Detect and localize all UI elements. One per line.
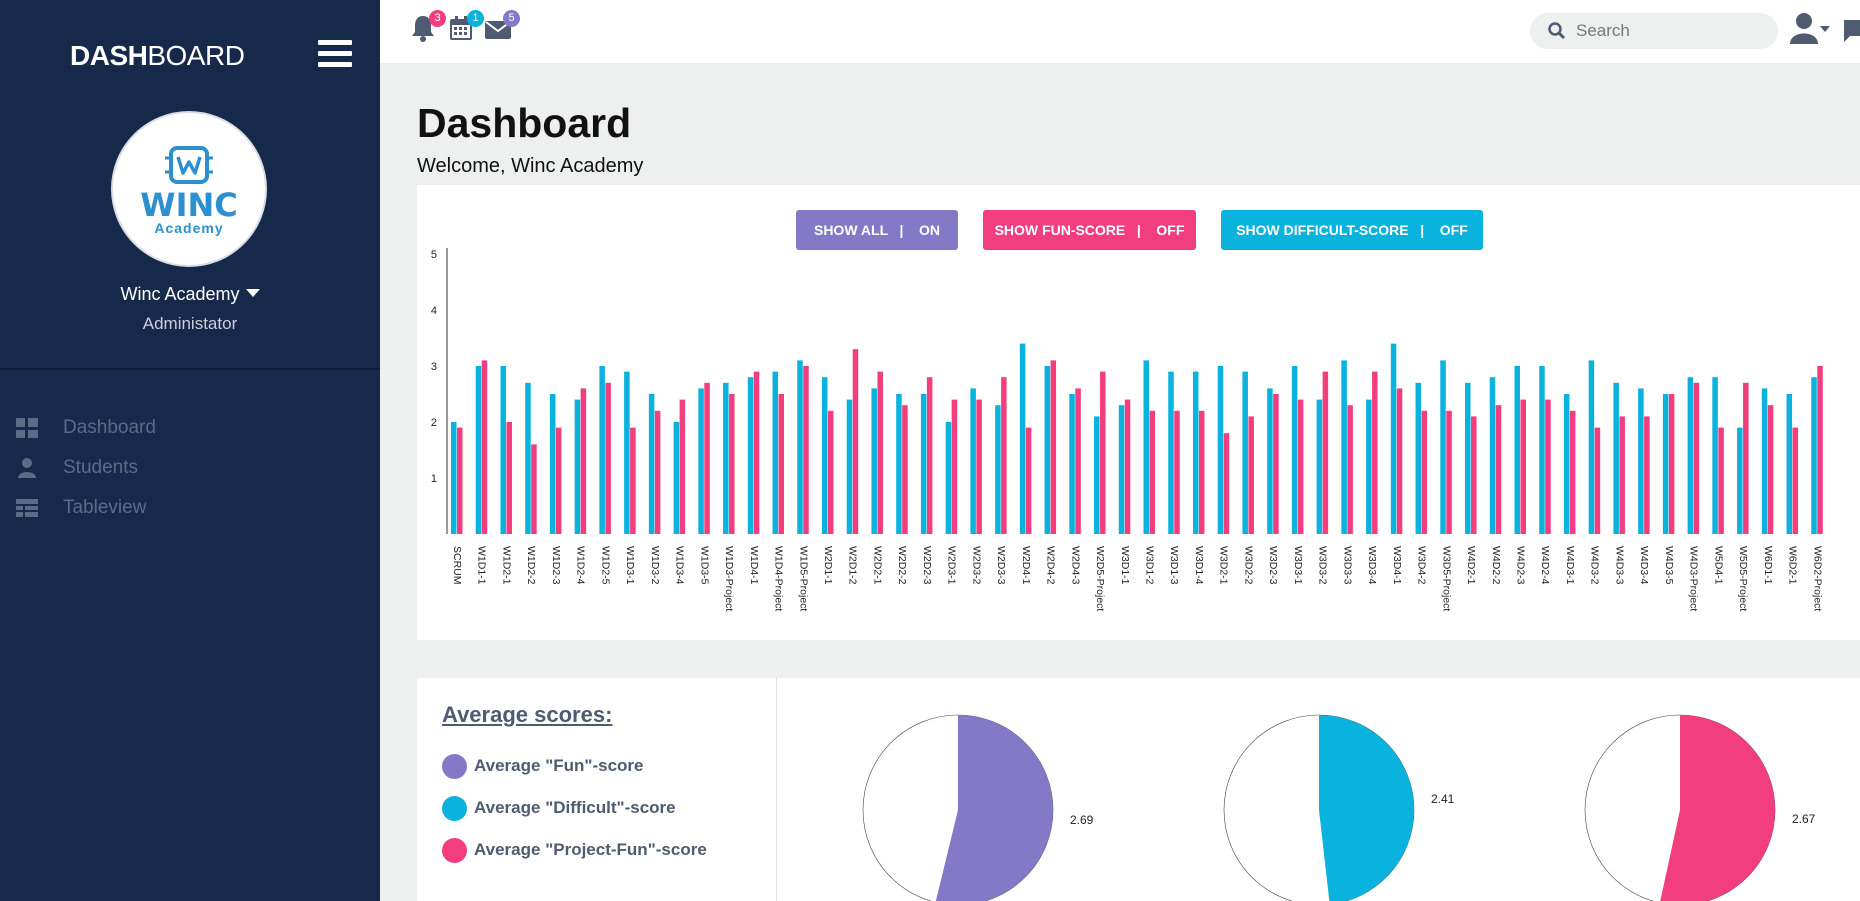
average-pie-charts: 2.69 2.41 2.67 <box>862 714 1816 901</box>
pie-value-label: 2.67 <box>1792 812 1816 826</box>
pie-slice <box>1319 715 1414 901</box>
pie-value-label: 2.69 <box>1070 813 1094 827</box>
pie-value-label: 2.41 <box>1431 792 1455 806</box>
